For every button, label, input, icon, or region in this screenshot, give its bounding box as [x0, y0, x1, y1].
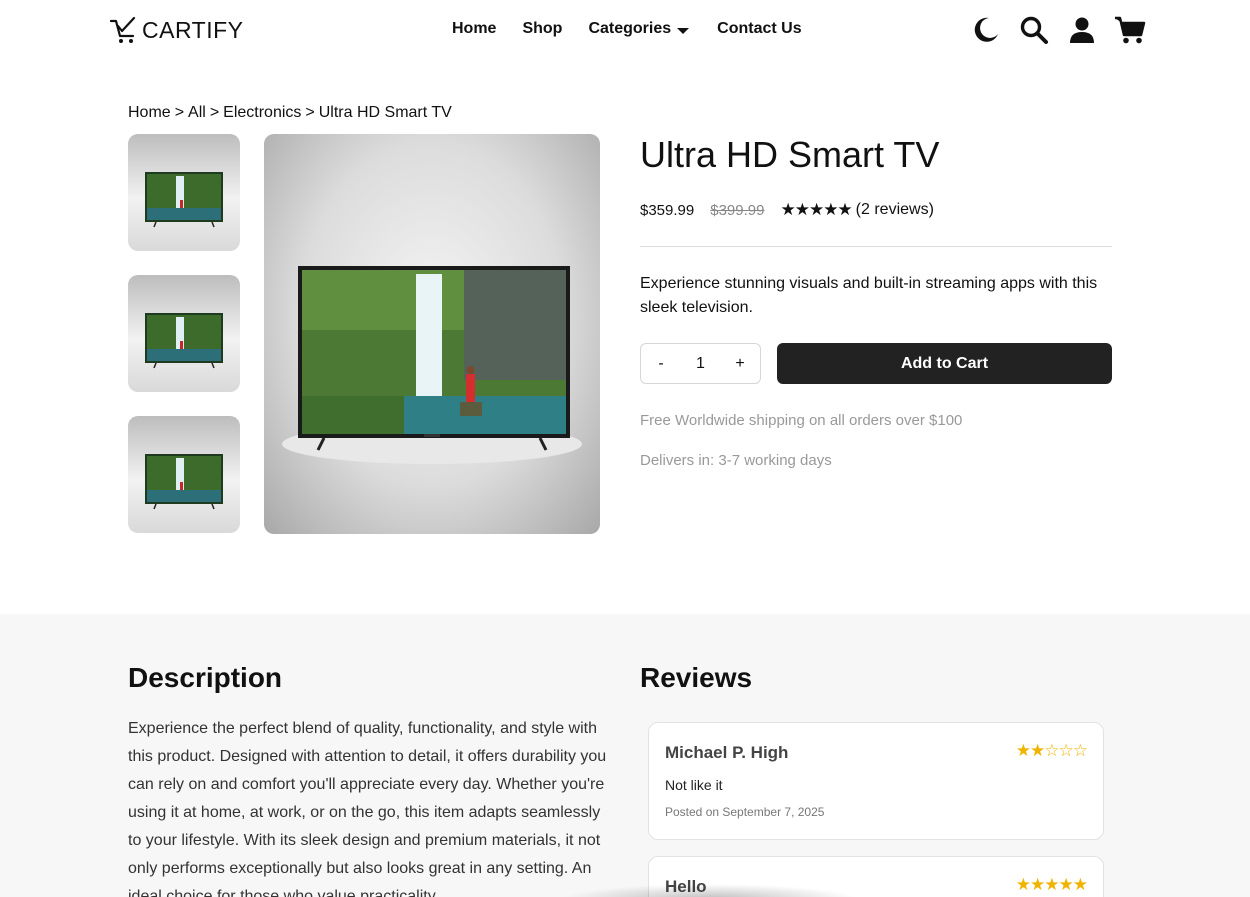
shipping-note: Free Worldwide shipping on all orders ov… — [640, 412, 963, 429]
review-stars: ★★★★★ — [1015, 875, 1088, 894]
breadcrumb-home[interactable]: Home — [128, 104, 171, 121]
main-nav: Home Shop Categories Contact Us — [452, 20, 828, 38]
current-price: $359.99 — [640, 201, 695, 219]
description-body: Experience the perfect blend of quality,… — [128, 720, 607, 897]
product-thumbnail[interactable] — [128, 416, 240, 533]
increase-qty-button[interactable]: + — [734, 355, 746, 373]
thumbnail-list — [128, 134, 240, 557]
rating-stars: ★★★★★ — [780, 200, 852, 219]
breadcrumb: Home > All > Electronics > Ultra HD Smart TV — [128, 104, 452, 122]
product-main-image[interactable] — [264, 134, 600, 534]
product-thumbnail[interactable] — [128, 134, 240, 251]
nav-categories[interactable]: Categories — [588, 20, 690, 38]
quantity-stepper: - 1 + — [640, 343, 761, 384]
breadcrumb-separator: > — [174, 104, 185, 121]
user-icon[interactable] — [1066, 14, 1098, 46]
search-icon[interactable] — [1018, 14, 1050, 46]
add-to-cart-button[interactable]: Add to Cart — [777, 343, 1112, 384]
moon-icon[interactable] — [970, 14, 1002, 46]
price-row: $359.99 $399.99 ★★★★★ (2 reviews) — [640, 200, 934, 220]
nav-icons — [970, 14, 1146, 46]
product-title: Ultra HD Smart TV — [640, 134, 940, 175]
brand-logo[interactable]: CARTIFY — [108, 14, 243, 46]
brand-name: CARTIFY — [142, 16, 244, 43]
review-count-link[interactable]: (2 reviews) — [856, 201, 934, 219]
decrease-qty-button[interactable]: - — [655, 355, 667, 373]
product-thumbnail[interactable] — [128, 275, 240, 392]
cart-icon[interactable] — [1114, 14, 1146, 46]
breadcrumb-separator: > — [209, 104, 220, 121]
nav-categories-label: Categories — [588, 20, 672, 37]
divider — [640, 246, 1112, 247]
old-price: $399.99 — [710, 201, 765, 219]
nav-contact[interactable]: Contact Us — [717, 20, 801, 38]
description-heading: Description — [128, 662, 283, 693]
breadcrumb-current: Ultra HD Smart TV — [318, 104, 452, 121]
delivery-note: Delivers in: 3-7 working days — [640, 452, 832, 469]
caret-down-icon — [677, 27, 690, 34]
nav-shop[interactable]: Shop — [522, 20, 562, 38]
nav-home[interactable]: Home — [452, 20, 496, 38]
review-card: Michael P. High ★★☆☆☆ Not like it Posted… — [648, 722, 1104, 840]
reviews-heading: Reviews — [640, 662, 753, 693]
review-stars: ★★☆☆☆ — [1015, 741, 1088, 760]
cart-logo-icon — [109, 16, 136, 43]
breadcrumb-separator: > — [305, 104, 315, 121]
review-text: Not like it — [665, 777, 723, 793]
breadcrumb-all[interactable]: All — [188, 104, 206, 121]
short-description: Experience stunning visuals and built-in… — [640, 275, 1098, 316]
navbar: CARTIFY Home Shop Categories Contact Us — [0, 0, 1250, 60]
breadcrumb-electronics[interactable]: Electronics — [223, 104, 301, 121]
quantity-value[interactable]: 1 — [696, 355, 705, 373]
review-date: Posted on September 7, 2025 — [665, 805, 825, 819]
